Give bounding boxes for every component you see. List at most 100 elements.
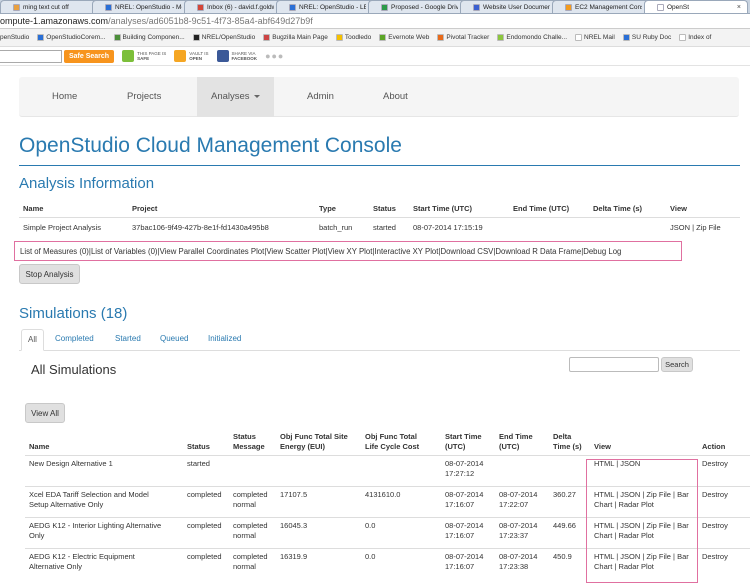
bookmark-item[interactable]: Toodledo (335, 34, 371, 41)
extension-badge[interactable]: VAULT IS OPEN (174, 50, 209, 62)
tab-favicon-icon (565, 4, 572, 11)
bookmark-label: NREL Mail (584, 34, 615, 41)
view-all-button[interactable]: View All (25, 403, 65, 423)
view-zip-link[interactable]: Zip File (696, 223, 721, 232)
browser-tab[interactable]: NREL: OpenStudio - Mod× (92, 0, 196, 13)
bookmark-item[interactable]: penStudio (0, 34, 29, 41)
sim-col-header: Obj Func Total Life Cycle Cost (361, 429, 441, 456)
bookmark-item[interactable]: Evernote Web (379, 34, 429, 41)
bookmark-favicon-icon (497, 34, 505, 41)
badge-text: VAULT IS OPEN (189, 51, 208, 61)
safe-search-input[interactable] (0, 49, 62, 63)
analysis-project: 37bac106-9f49-427b-8e1f-fd1430a495b8 (128, 216, 315, 237)
sim-action[interactable]: Destroy (698, 517, 750, 549)
tab-initialized[interactable]: Initialized (208, 329, 241, 351)
sim-start-text: 17:16:07 (445, 500, 475, 509)
sim-end: 08-07-2014 17:23:37 (495, 517, 549, 549)
bookmark-item[interactable]: Bugzilla Main Page (263, 34, 328, 41)
col-name: Name (19, 200, 128, 218)
nav-analyses-label: Analyses (211, 91, 250, 102)
sim-action-text[interactable]: Destroy (702, 490, 746, 500)
bookmark-label: OpenStudioCorem... (46, 34, 106, 41)
sim-col-line2: View (594, 442, 611, 451)
nav-admin[interactable]: Admin (293, 77, 348, 117)
sim-action[interactable]: Destroy (698, 486, 750, 518)
sim-start: 08-07-2014 17:16:07 (441, 548, 495, 580)
browser-tab[interactable]: OpenSt × (644, 0, 748, 13)
bookmark-item[interactable]: OpenStudioCorem... (37, 34, 106, 41)
analysis-link[interactable]: List of Variables (0) (91, 247, 158, 256)
analysis-link[interactable]: Debug Log (583, 247, 621, 256)
search-button[interactable]: Search (661, 357, 693, 372)
safe-search-button[interactable]: Safe Search (64, 49, 115, 63)
sim-status-text: completed (187, 490, 222, 499)
address-bar[interactable]: ompute-1.amazonaws.com/analyses/ad6051b8… (0, 14, 750, 29)
stop-analysis-button[interactable]: Stop Analysis (19, 264, 80, 284)
bookmark-item[interactable]: Building Componen... (113, 34, 185, 41)
bookmark-item[interactable]: Pivotal Tracker (437, 34, 489, 41)
sim-col-line2: (UTC) (499, 442, 520, 451)
tab-title: Inbox (6) - david.f.goldwa (207, 4, 274, 11)
browser-tab[interactable]: Proposed - Google Drive× (368, 0, 472, 13)
sim-end-text: 17:23:38 (499, 562, 529, 571)
analysis-link[interactable]: View Scatter Plot (266, 247, 325, 256)
search-input[interactable] (569, 357, 659, 372)
analysis-link[interactable]: View XY Plot (328, 247, 373, 256)
sim-action-text[interactable]: Destroy (702, 459, 746, 469)
col-start: Start Time (UTC) (409, 200, 509, 218)
sim-action-text[interactable]: Destroy (702, 521, 746, 531)
bookmark-favicon-icon (575, 34, 583, 41)
bookmark-label: Index of (688, 34, 712, 41)
col-status: Status (369, 200, 409, 218)
sim-action[interactable]: Destroy (698, 548, 750, 580)
sim-message-text: normal (233, 500, 256, 509)
sim-lcc: 4131610.0 (361, 486, 441, 518)
sim-col-line2: Time (s) (553, 442, 582, 451)
sim-name: AEDG K12 - Electric Equipment Alternative… (25, 548, 183, 580)
extension-toolbar: Safe Search THIS PAGE IS SAFE VAULT IS OPEN… (0, 47, 750, 66)
bookmark-item[interactable]: Endomondo Challe... (497, 34, 567, 41)
bookmark-label: Building Componen... (122, 34, 185, 41)
sim-action-text[interactable]: Destroy (702, 552, 746, 562)
view-json-link[interactable]: JSON (670, 223, 690, 232)
nav-analyses[interactable]: Analyses (197, 77, 274, 117)
sim-name-text: Setup Alternative Only (29, 500, 104, 509)
bookmark-label: SU Ruby Doc (631, 34, 672, 41)
bookmark-item[interactable]: Index of (679, 34, 711, 41)
bookmark-item[interactable]: NREL/OpenStudio (192, 34, 255, 41)
tab-started[interactable]: Started (115, 329, 141, 351)
analysis-link[interactable]: Interactive XY Plot (374, 247, 438, 256)
analysis-type: batch_run (315, 216, 369, 237)
nav-projects[interactable]: Projects (113, 77, 175, 117)
browser-tab[interactable]: NREL: OpenStudio - LEED× (276, 0, 380, 13)
tab-queued[interactable]: Queued (160, 329, 188, 351)
sim-delta: 450.9 (549, 548, 590, 580)
browser-tab[interactable]: EC2 Management Console× (552, 0, 656, 13)
extension-badge[interactable]: SHARE VIA FACEBOOK (216, 50, 257, 62)
analysis-link[interactable]: Download CSV (440, 247, 493, 256)
extension-badge[interactable]: THIS PAGE IS SAFE (122, 50, 166, 62)
browser-tab[interactable]: Website User Documentat× (460, 0, 564, 13)
analysis-link[interactable]: View Parallel Coordinates Plot (160, 247, 265, 256)
sim-name: AEDG K12 - Interior Lighting Alternative… (25, 517, 183, 549)
tab-completed[interactable]: Completed (55, 329, 94, 351)
browser-tab[interactable]: ming text cut off× (0, 0, 104, 13)
tab-close-icon[interactable]: × (737, 4, 741, 11)
analysis-link[interactable]: List of Measures (0) (20, 247, 89, 256)
sim-lcc: 0.0 (361, 517, 441, 549)
tab-favicon-icon (197, 4, 204, 11)
tab-all[interactable]: All (21, 329, 44, 351)
nav-about[interactable]: About (369, 77, 422, 117)
more-dots-icon[interactable]: ●●● (265, 51, 284, 61)
browser-tab[interactable]: Inbox (6) - david.f.goldwa× (184, 0, 288, 13)
bookmark-item[interactable]: NREL Mail (575, 34, 615, 41)
sim-end-text: 17:23:37 (499, 531, 529, 540)
url-path: /analyses/ad6051b8-9c51-4f73-85a4-abf649… (108, 16, 313, 26)
nav-home[interactable]: Home (38, 77, 91, 117)
bookmark-item[interactable]: SU Ruby Doc (622, 34, 672, 41)
sim-status: completed (183, 548, 229, 580)
sim-start: 08-07-2014 17:16:07 (441, 517, 495, 549)
sim-action[interactable]: Destroy (698, 455, 750, 487)
analysis-link[interactable]: Download R Data Frame (495, 247, 581, 256)
sim-col-header: Delta Time (s) (549, 429, 590, 456)
